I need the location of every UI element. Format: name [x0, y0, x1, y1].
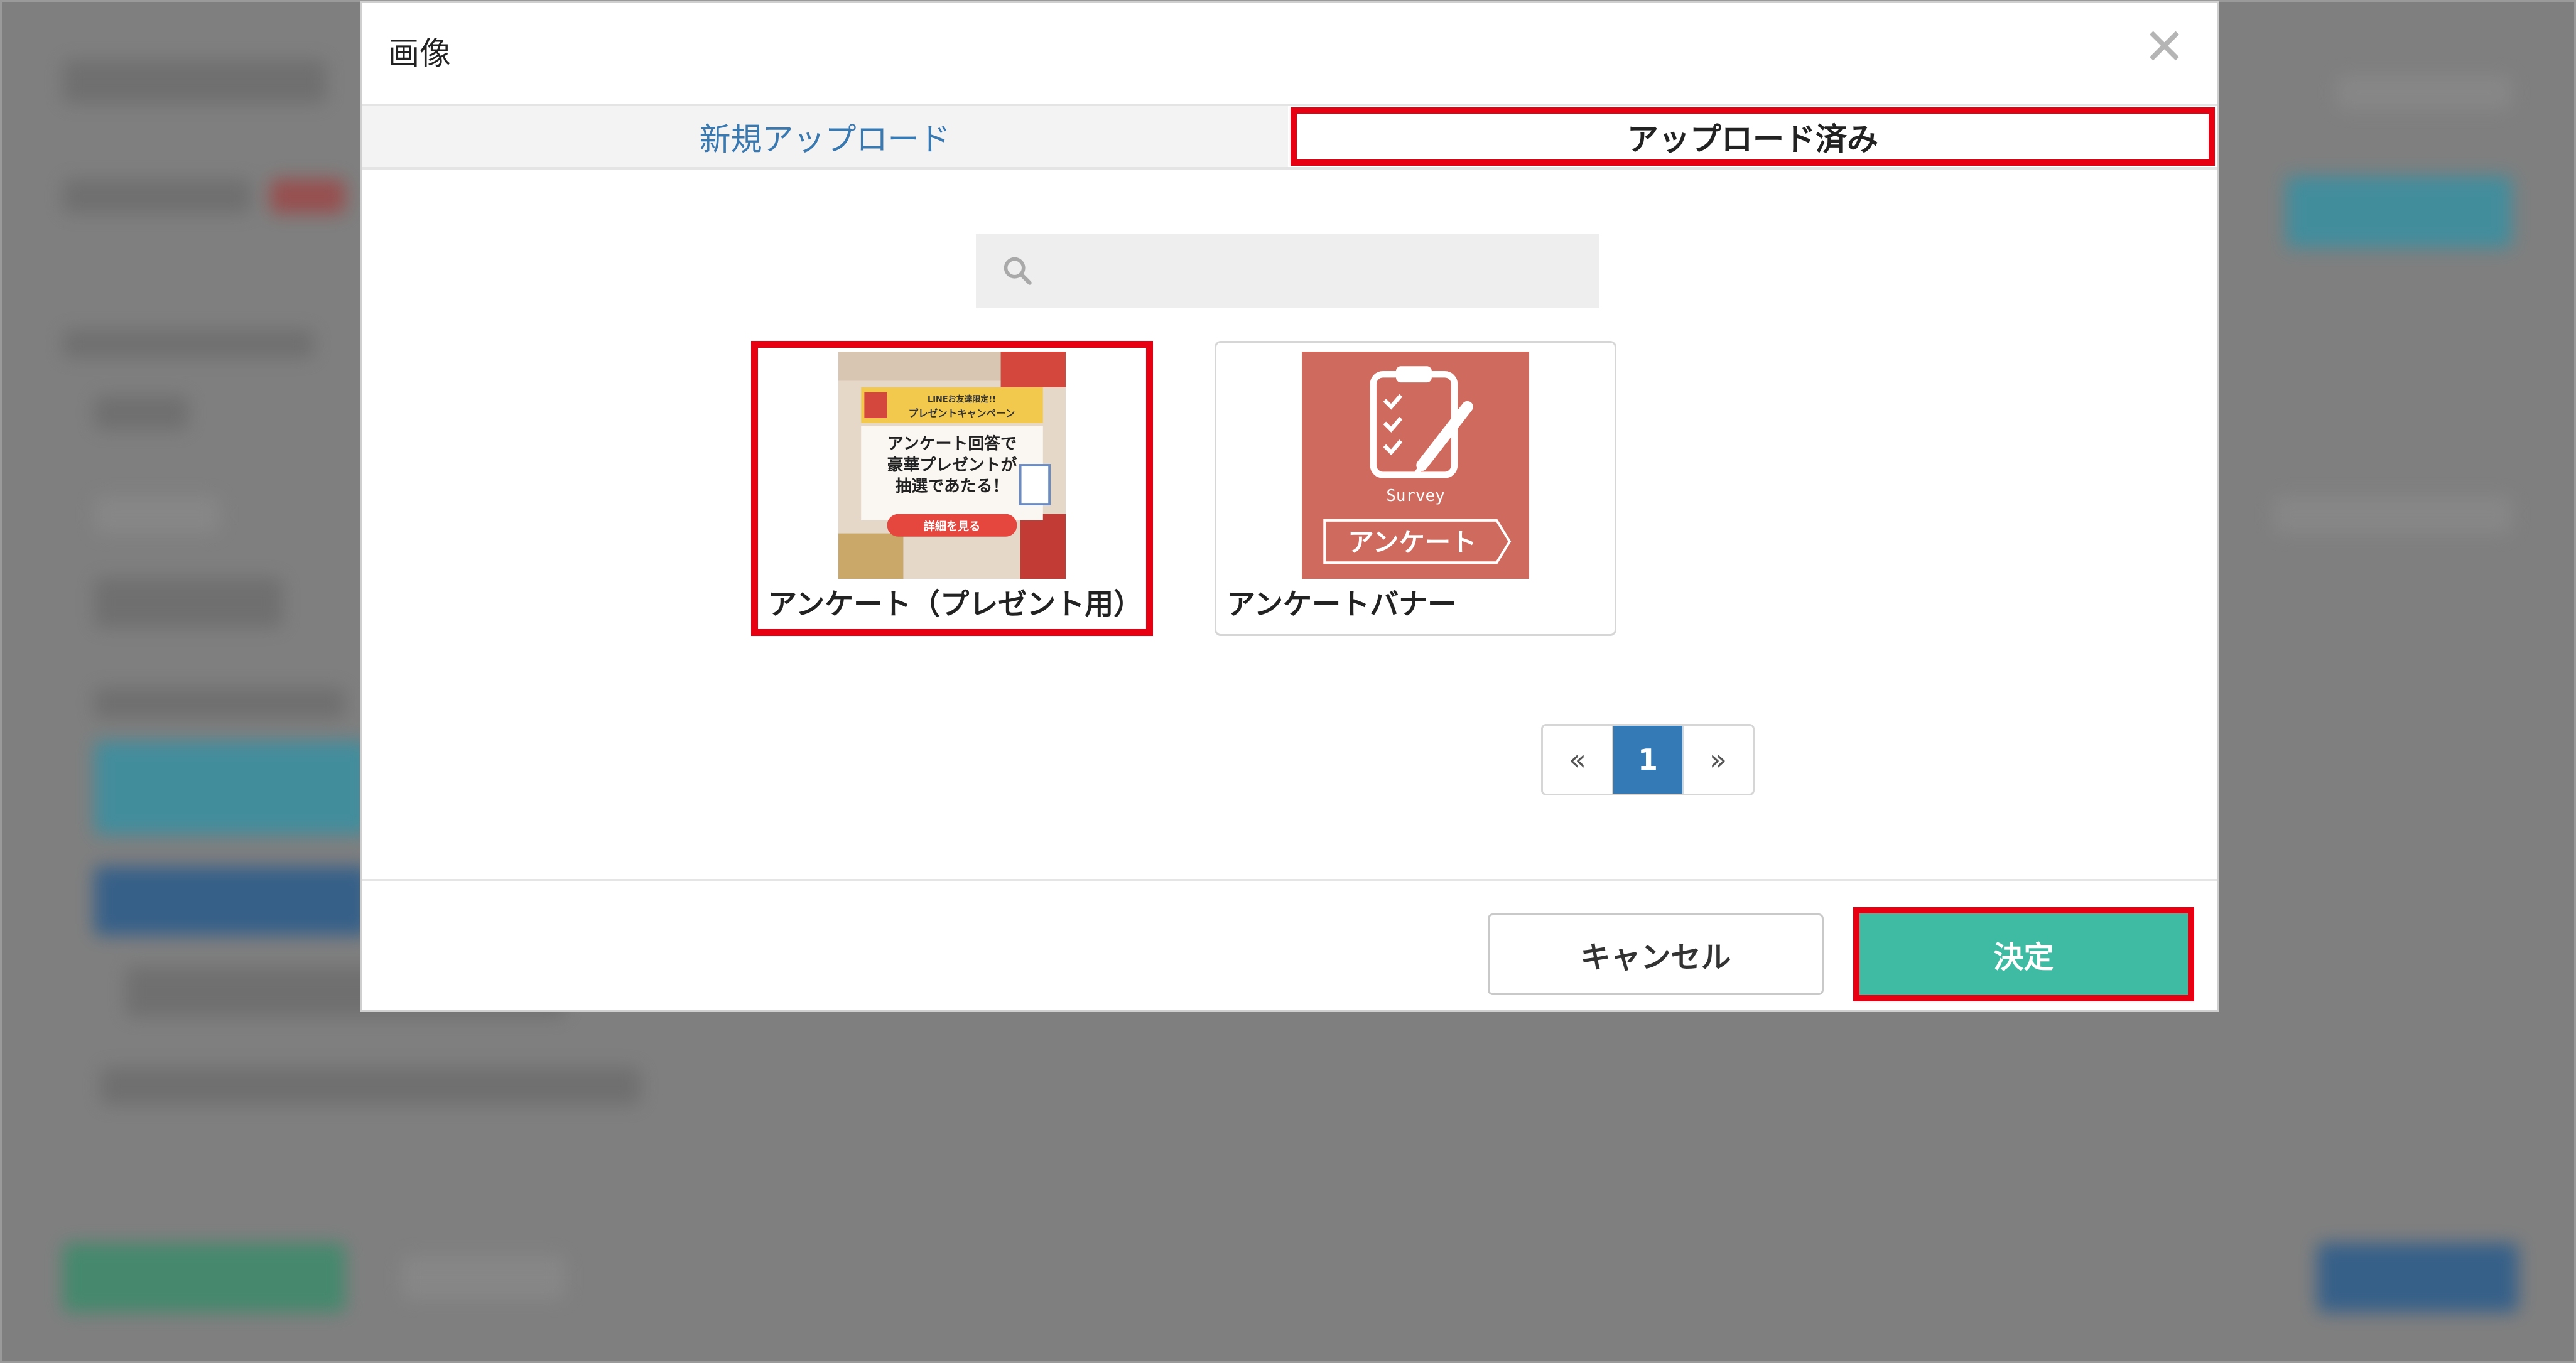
svg-text:詳細を見る: 詳細を見る [924, 519, 980, 533]
pagination: « 1 » [1541, 724, 1755, 795]
svg-text:LINEお友達限定!!: LINEお友達限定!! [928, 394, 996, 404]
tab-bar: 新規アップロード アップロード済み [362, 104, 2217, 170]
image-card-survey-banner[interactable]: Survey アンケート アンケートバナー [1215, 341, 1616, 636]
image-card-label: アンケート（プレゼント用） [768, 587, 1143, 621]
pagination-prev[interactable]: « [1543, 726, 1612, 794]
search-box [976, 234, 1599, 308]
dialog-title: 画像 [388, 35, 451, 72]
svg-text:抽選であたる！: 抽選であたる！ [896, 477, 1009, 495]
pagination-page-current[interactable]: 1 [1612, 726, 1682, 794]
footer-divider [362, 879, 2217, 881]
image-dialog: 画像 ✕ 新規アップロード アップロード済み LINEお友達限定!! プレゼント… [360, 1, 2219, 1012]
tab-new-upload[interactable]: 新規アップロード [362, 106, 1288, 167]
search-icon [1004, 257, 1032, 285]
confirm-button[interactable]: 決定 [1853, 907, 2194, 1001]
svg-text:豪華プレゼントが: 豪華プレゼントが [887, 455, 1017, 475]
image-card-present[interactable]: LINEお友達限定!! プレゼントキャンペーン アンケート回答で 豪華プレゼント… [751, 341, 1153, 636]
svg-text:アンケート: アンケート [1348, 527, 1476, 558]
search-input[interactable] [1051, 247, 1581, 297]
present-campaign-thumbnail: LINEお友達限定!! プレゼントキャンペーン アンケート回答で 豪華プレゼント… [838, 352, 1066, 579]
survey-banner-thumbnail: Survey アンケート [1302, 352, 1529, 579]
svg-text:Survey: Survey [1386, 487, 1444, 505]
image-card-label: アンケートバナー [1226, 587, 1457, 621]
tab-uploaded[interactable]: アップロード済み [1289, 106, 2216, 167]
svg-text:アンケート回答で: アンケート回答で [887, 434, 1017, 453]
cancel-button[interactable]: キャンセル [1488, 913, 1824, 995]
close-icon[interactable]: ✕ [2143, 22, 2185, 72]
svg-text:プレゼントキャンペーン: プレゼントキャンペーン [909, 407, 1015, 419]
dialog-header: 画像 ✕ [362, 3, 2217, 104]
pagination-next[interactable]: » [1682, 726, 1753, 794]
